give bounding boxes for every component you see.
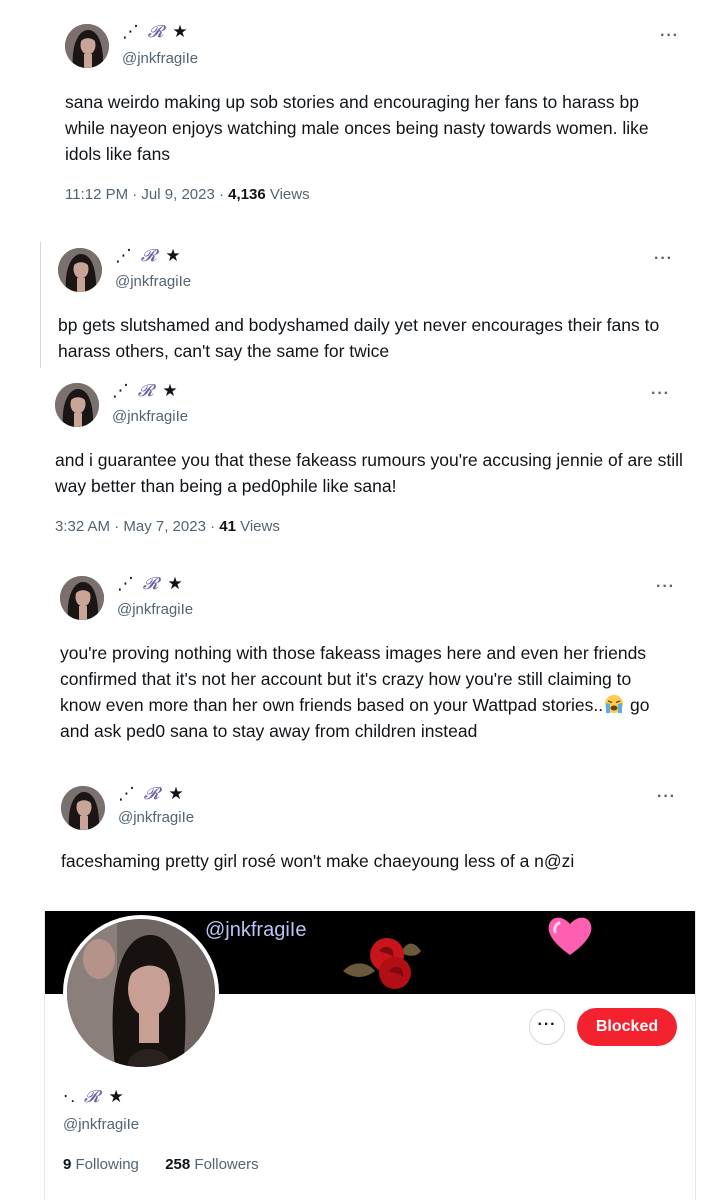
handle[interactable]: @jnkfragiIe (117, 601, 193, 618)
tweet-text: you're proving nothing with those fakeas… (60, 640, 675, 744)
display-name-prefix: ⋰ (115, 246, 134, 265)
display-name-prefix: ⋰ (122, 22, 141, 41)
avatar-image (65, 24, 109, 68)
avatar[interactable] (60, 576, 104, 620)
display-name[interactable]: ⋰ 𝓡 ★ (117, 574, 185, 594)
profile-name-prefix: ⋅. (63, 1087, 78, 1106)
tweet-text: bp gets slutshamed and bodyshamed daily … (58, 315, 660, 361)
handle[interactable]: @jnkfragiIe (115, 273, 191, 290)
blocked-button[interactable]: Blocked (577, 1008, 677, 1046)
views-count: 41 (219, 518, 236, 535)
tweet-5[interactable]: ⋰ 𝓡 ★ @jnkfragiIe ··· faceshaming pretty… (0, 780, 728, 885)
tweet-3[interactable]: ⋰ 𝓡 ★ @jnkfragiIe ··· and i guarantee yo… (0, 375, 728, 545)
display-name-prefix: ⋰ (112, 381, 131, 400)
profile-name-suffix: ★ (108, 1087, 126, 1106)
display-name-suffix: ★ (172, 22, 190, 41)
avatar[interactable] (55, 383, 99, 427)
views-count: 4,136 (228, 186, 266, 203)
display-name[interactable]: ⋰ 𝓡 ★ (115, 246, 183, 266)
profile-stats: 9 Following 258 Followers (63, 1156, 259, 1173)
heart-icon (548, 917, 592, 955)
profile-avatar-image (67, 919, 215, 1067)
tweet-1[interactable]: ⋰ 𝓡 ★ @jnkfragiIe ··· sana weirdo making… (0, 0, 728, 225)
display-name-suffix: ★ (168, 784, 186, 803)
profile-card: @jnkfragiIe ··· Blocked ⋅. 𝓡 ★ @jnkfragi… (44, 911, 696, 1200)
display-name[interactable]: ⋰ 𝓡 ★ (122, 22, 190, 42)
loudly-crying-face-icon (605, 695, 624, 713)
more-options-button[interactable]: ··· (660, 27, 679, 45)
display-name[interactable]: ⋰ 𝓡 ★ (112, 381, 180, 401)
display-name-suffix: ★ (165, 246, 183, 265)
more-options-button[interactable]: ··· (654, 250, 673, 268)
avatar-image (58, 248, 102, 292)
display-name-swirl: 𝓡 (140, 246, 159, 266)
followers-label: Followers (190, 1156, 259, 1173)
handle[interactable]: @jnkfragiIe (122, 50, 198, 67)
display-name-prefix: ⋰ (117, 574, 136, 593)
tweet-timestamp[interactable]: 3:32 AM · May 7, 2023 · (55, 518, 219, 535)
views-label: Views (265, 186, 310, 203)
tweet-meta: 3:32 AM · May 7, 2023 · 41 Views (55, 518, 280, 535)
display-name-swirl: 𝓡 (143, 784, 162, 804)
banner-handle-text: @jnkfragiIe (205, 919, 307, 941)
tweet-text: faceshaming pretty girl rosé won't make … (61, 851, 575, 871)
rose-icon (343, 938, 421, 989)
tweet-text-part-1: you're proving nothing with those fakeas… (60, 643, 647, 715)
avatar[interactable] (61, 786, 105, 830)
profile-handle: @jnkfragiIe (63, 1116, 140, 1133)
tweet-timestamp[interactable]: 11:12 PM · Jul 9, 2023 · (65, 186, 228, 203)
following-link[interactable]: 9 Following (63, 1156, 139, 1173)
handle[interactable]: @jnkfragiIe (112, 408, 188, 425)
avatar[interactable] (58, 248, 102, 292)
profile-display-name: ⋅. 𝓡 ★ (63, 1087, 126, 1107)
display-name-suffix: ★ (167, 574, 185, 593)
tweet-text: and i guarantee you that these fakeass r… (55, 450, 683, 496)
avatar[interactable] (65, 24, 109, 68)
tweet-2[interactable]: ⋰ 𝓡 ★ @jnkfragiIe ··· bp gets slutshamed… (0, 240, 728, 370)
followers-link[interactable]: 258 Followers (165, 1156, 258, 1173)
avatar-image (60, 576, 104, 620)
profile-more-button[interactable]: ··· (529, 1009, 565, 1045)
display-name[interactable]: ⋰ 𝓡 ★ (118, 784, 186, 804)
tweet-text: sana weirdo making up sob stories and en… (65, 92, 649, 164)
tweet-meta: 11:12 PM · Jul 9, 2023 · 4,136 Views (65, 186, 310, 203)
display-name-swirl: 𝓡 (137, 381, 156, 401)
more-options-button[interactable]: ··· (651, 385, 670, 403)
profile-avatar[interactable] (63, 915, 219, 1071)
views-label: Views (235, 518, 280, 535)
more-options-button[interactable]: ··· (656, 578, 675, 596)
tweet-4[interactable]: ⋰ 𝓡 ★ @jnkfragiIe ··· you're proving not… (0, 570, 728, 775)
display-name-suffix: ★ (162, 381, 180, 400)
display-name-swirl: 𝓡 (147, 22, 166, 42)
display-name-swirl: 𝓡 (142, 574, 161, 594)
avatar-image (61, 786, 105, 830)
display-name-prefix: ⋰ (118, 784, 137, 803)
followers-count: 258 (165, 1156, 191, 1173)
handle[interactable]: @jnkfragiIe (118, 809, 194, 826)
avatar-image (55, 383, 99, 427)
following-label: Following (71, 1156, 139, 1173)
profile-name-swirl: 𝓡 (83, 1087, 102, 1107)
more-options-button[interactable]: ··· (657, 788, 676, 806)
